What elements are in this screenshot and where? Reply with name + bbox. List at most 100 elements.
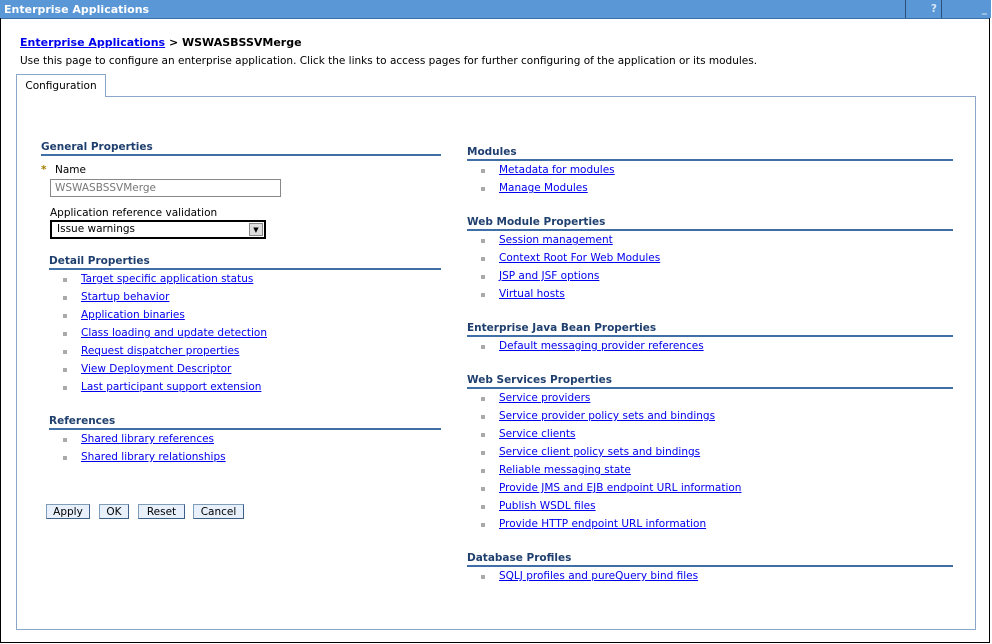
bullet-icon: [63, 438, 67, 442]
property-link[interactable]: Reliable messaging state: [499, 464, 631, 476]
property-link[interactable]: Request dispatcher properties: [81, 345, 239, 357]
list-item: Service clients: [481, 428, 953, 442]
page-description: Use this page to configure an enterprise…: [20, 55, 758, 67]
bullet-icon: [481, 451, 485, 455]
bullet-icon: [481, 257, 485, 261]
breadcrumb-separator: >: [165, 36, 182, 49]
apply-button[interactable]: Apply: [46, 504, 90, 519]
list-item: Service client policy sets and bindings: [481, 446, 953, 460]
list-item: Virtual hosts: [481, 288, 953, 302]
list-item: Request dispatcher properties: [63, 345, 441, 359]
list-item: View Deployment Descriptor: [63, 363, 441, 377]
property-link[interactable]: Virtual hosts: [499, 288, 565, 300]
bullet-icon: [481, 415, 485, 419]
property-link[interactable]: Startup behavior: [81, 291, 169, 303]
property-link[interactable]: Context Root For Web Modules: [499, 252, 660, 264]
section-heading: Web Services Properties: [467, 374, 953, 389]
property-link[interactable]: Metadata for modules: [499, 164, 615, 176]
property-link[interactable]: Application binaries: [81, 309, 185, 321]
bullet-icon: [481, 469, 485, 473]
list-item: Shared library references: [63, 433, 441, 447]
section-heading: Modules: [467, 146, 953, 161]
window-title: Enterprise Applications: [4, 3, 150, 16]
bullet-icon: [481, 275, 485, 279]
property-link[interactable]: Target specific application status: [81, 273, 253, 285]
list-item: Last participant support extension: [63, 381, 441, 395]
bullet-icon: [63, 456, 67, 460]
bullet-icon: [481, 187, 485, 191]
list-item: Class loading and update detection: [63, 327, 441, 341]
list-item: Provide HTTP endpoint URL information: [481, 518, 953, 532]
list-item: Session management: [481, 234, 953, 248]
list-item: Metadata for modules: [481, 164, 953, 178]
property-link[interactable]: Provide JMS and EJB endpoint URL informa…: [499, 482, 741, 494]
help-button[interactable]: ?: [905, 0, 941, 18]
property-link[interactable]: Provide HTTP endpoint URL information: [499, 518, 706, 530]
validation-selected-value: Issue warnings: [57, 223, 136, 235]
property-link[interactable]: SQLJ profiles and pureQuery bind files: [499, 570, 698, 582]
list-item: Manage Modules: [481, 182, 953, 196]
property-link[interactable]: Service clients: [499, 428, 575, 440]
section-heading: Detail Properties: [49, 255, 441, 270]
breadcrumb-current: WSWASBSSVMerge: [182, 36, 302, 49]
list-item: Provide JMS and EJB endpoint URL informa…: [481, 482, 953, 496]
property-link[interactable]: Service client policy sets and bindings: [499, 446, 700, 458]
title-bar: Enterprise Applications ? _: [0, 0, 991, 19]
section-heading: Web Module Properties: [467, 216, 953, 231]
list-item: Context Root For Web Modules: [481, 252, 953, 266]
cancel-button[interactable]: Cancel: [193, 504, 244, 519]
list-item: Target specific application status: [63, 273, 441, 287]
list-item: Service provider policy sets and binding…: [481, 410, 953, 424]
bullet-icon: [481, 487, 485, 491]
tab-configuration[interactable]: Configuration: [16, 74, 106, 97]
property-link[interactable]: Class loading and update detection: [81, 327, 267, 339]
bullet-icon: [63, 296, 67, 300]
breadcrumb-link-enterprise-applications[interactable]: Enterprise Applications: [20, 36, 165, 49]
bullet-icon: [63, 332, 67, 336]
property-link[interactable]: Shared library references: [81, 433, 214, 445]
list-item: Default messaging provider references: [481, 340, 953, 354]
property-link[interactable]: Service provider policy sets and binding…: [499, 410, 715, 422]
bullet-icon: [481, 397, 485, 401]
section-heading: Enterprise Java Bean Properties: [467, 322, 953, 337]
reset-button[interactable]: Reset: [138, 504, 185, 519]
bullet-icon: [481, 345, 485, 349]
property-link[interactable]: View Deployment Descriptor: [81, 363, 231, 375]
chevron-down-icon[interactable]: ▼: [249, 223, 263, 236]
list-item: JSP and JSF options: [481, 270, 953, 284]
minimize-button[interactable]: _: [941, 0, 991, 18]
section-heading: Database Profiles: [467, 552, 953, 567]
list-item: Publish WSDL files: [481, 500, 953, 514]
list-item: Shared library relationships: [63, 451, 441, 465]
property-link[interactable]: Default messaging provider references: [499, 340, 704, 352]
bullet-icon: [481, 433, 485, 437]
bullet-icon: [63, 386, 67, 390]
property-link[interactable]: JSP and JSF options: [499, 270, 599, 282]
property-link[interactable]: Session management: [499, 234, 613, 246]
property-link[interactable]: Publish WSDL files: [499, 500, 596, 512]
bullet-icon: [481, 505, 485, 509]
validation-label: Application reference validation: [50, 207, 218, 219]
bullet-icon: [63, 278, 67, 282]
general-properties-heading: General Properties: [41, 141, 441, 156]
property-link[interactable]: Service providers: [499, 392, 590, 404]
bullet-icon: [481, 293, 485, 297]
bullet-icon: [63, 314, 67, 318]
breadcrumb: Enterprise Applications > WSWASBSSVMerge: [20, 36, 302, 49]
name-input[interactable]: WSWASBSSVMerge: [50, 179, 281, 197]
list-item: SQLJ profiles and pureQuery bind files: [481, 570, 953, 584]
list-item: Reliable messaging state: [481, 464, 953, 478]
name-label: Name: [55, 164, 86, 176]
bullet-icon: [481, 523, 485, 527]
property-link[interactable]: Last participant support extension: [81, 381, 261, 393]
property-link[interactable]: Shared library relationships: [81, 451, 226, 463]
ok-button[interactable]: OK: [99, 504, 129, 519]
bullet-icon: [63, 368, 67, 372]
section-heading: References: [49, 415, 441, 430]
list-item: Startup behavior: [63, 291, 441, 305]
bullet-icon: [481, 575, 485, 579]
validation-select[interactable]: Issue warnings ▼: [50, 220, 266, 239]
bullet-icon: [481, 239, 485, 243]
required-icon: *: [41, 164, 47, 176]
property-link[interactable]: Manage Modules: [499, 182, 588, 194]
